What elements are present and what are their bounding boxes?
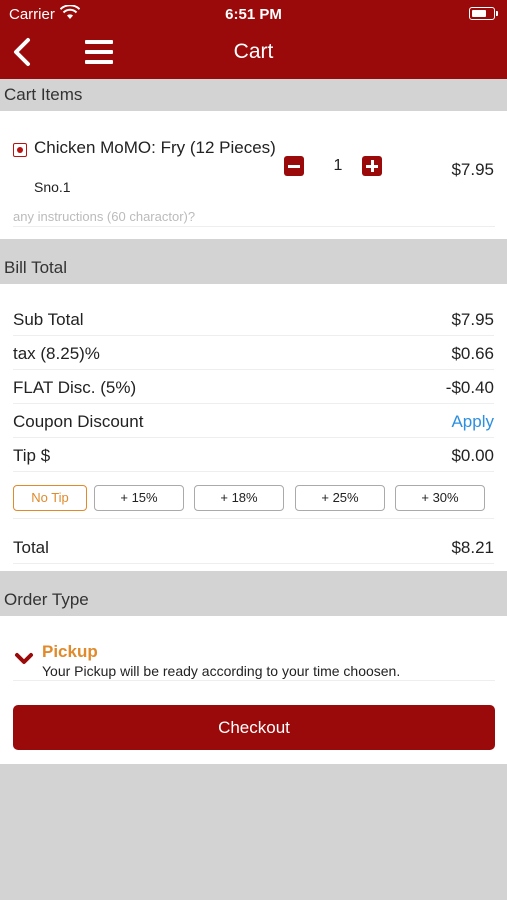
app-header: Carrier 6:51 PM Cart	[0, 0, 507, 79]
battery-icon	[469, 7, 498, 20]
tip-30-button[interactable]: + 30%	[395, 485, 485, 511]
section-cart-items: Cart Items	[0, 79, 507, 111]
apply-coupon-link[interactable]: Apply	[451, 412, 494, 432]
order-type-description: Your Pickup will be ready according to y…	[42, 663, 401, 679]
cart-item-name: Chicken MoMO: Fry (12 Pieces)	[34, 138, 276, 157]
order-type-divider	[13, 680, 495, 681]
tax-row: tax (8.25)% $0.66	[13, 340, 494, 370]
tip-value: $0.00	[451, 446, 494, 465]
total-value: $8.21	[451, 538, 494, 557]
chevron-down-icon[interactable]	[14, 652, 34, 666]
subtotal-label: Sub Total	[13, 310, 84, 329]
increase-quantity-button[interactable]	[362, 156, 382, 176]
flat-discount-label: FLAT Disc. (5%)	[13, 378, 137, 397]
flat-discount-value: -$0.40	[445, 378, 494, 397]
quantity-value: 1	[333, 157, 343, 174]
coupon-row: Coupon Discount Apply	[13, 408, 494, 438]
coupon-label: Coupon Discount	[13, 412, 144, 431]
cart-item-price: $7.95	[451, 160, 494, 179]
subtotal-row: Sub Total $7.95	[13, 306, 494, 336]
tip-row: Tip $ $0.00	[13, 442, 494, 472]
tip-15-button[interactable]: + 15%	[94, 485, 184, 511]
tax-label: tax (8.25)%	[13, 344, 100, 363]
tax-value: $0.66	[451, 344, 494, 363]
instructions-input[interactable]	[13, 207, 495, 227]
tip-label: Tip $	[13, 446, 51, 465]
item-veg-indicator-icon	[13, 143, 27, 157]
total-label: Total	[13, 538, 49, 557]
tip-18-button[interactable]: + 18%	[194, 485, 284, 511]
decrease-quantity-button[interactable]	[284, 156, 304, 176]
status-bar: Carrier 6:51 PM	[0, 0, 507, 28]
section-order-type: Order Type	[0, 584, 507, 616]
tip-divider	[13, 518, 494, 519]
tip-25-button[interactable]: + 25%	[295, 485, 385, 511]
page-title: Cart	[233, 40, 274, 63]
tip-no-tip-button[interactable]: No Tip	[13, 485, 87, 511]
subtotal-value: $7.95	[451, 310, 494, 329]
checkout-button[interactable]: Checkout	[13, 705, 495, 750]
order-type-title[interactable]: Pickup	[42, 642, 98, 662]
section-bill-total: Bill Total	[0, 252, 507, 284]
status-time: 6:51 PM	[225, 6, 282, 23]
cart-item-sno: Sno.1	[34, 179, 71, 195]
total-row: Total $8.21	[13, 534, 494, 564]
flat-discount-row: FLAT Disc. (5%) -$0.40	[13, 374, 494, 404]
